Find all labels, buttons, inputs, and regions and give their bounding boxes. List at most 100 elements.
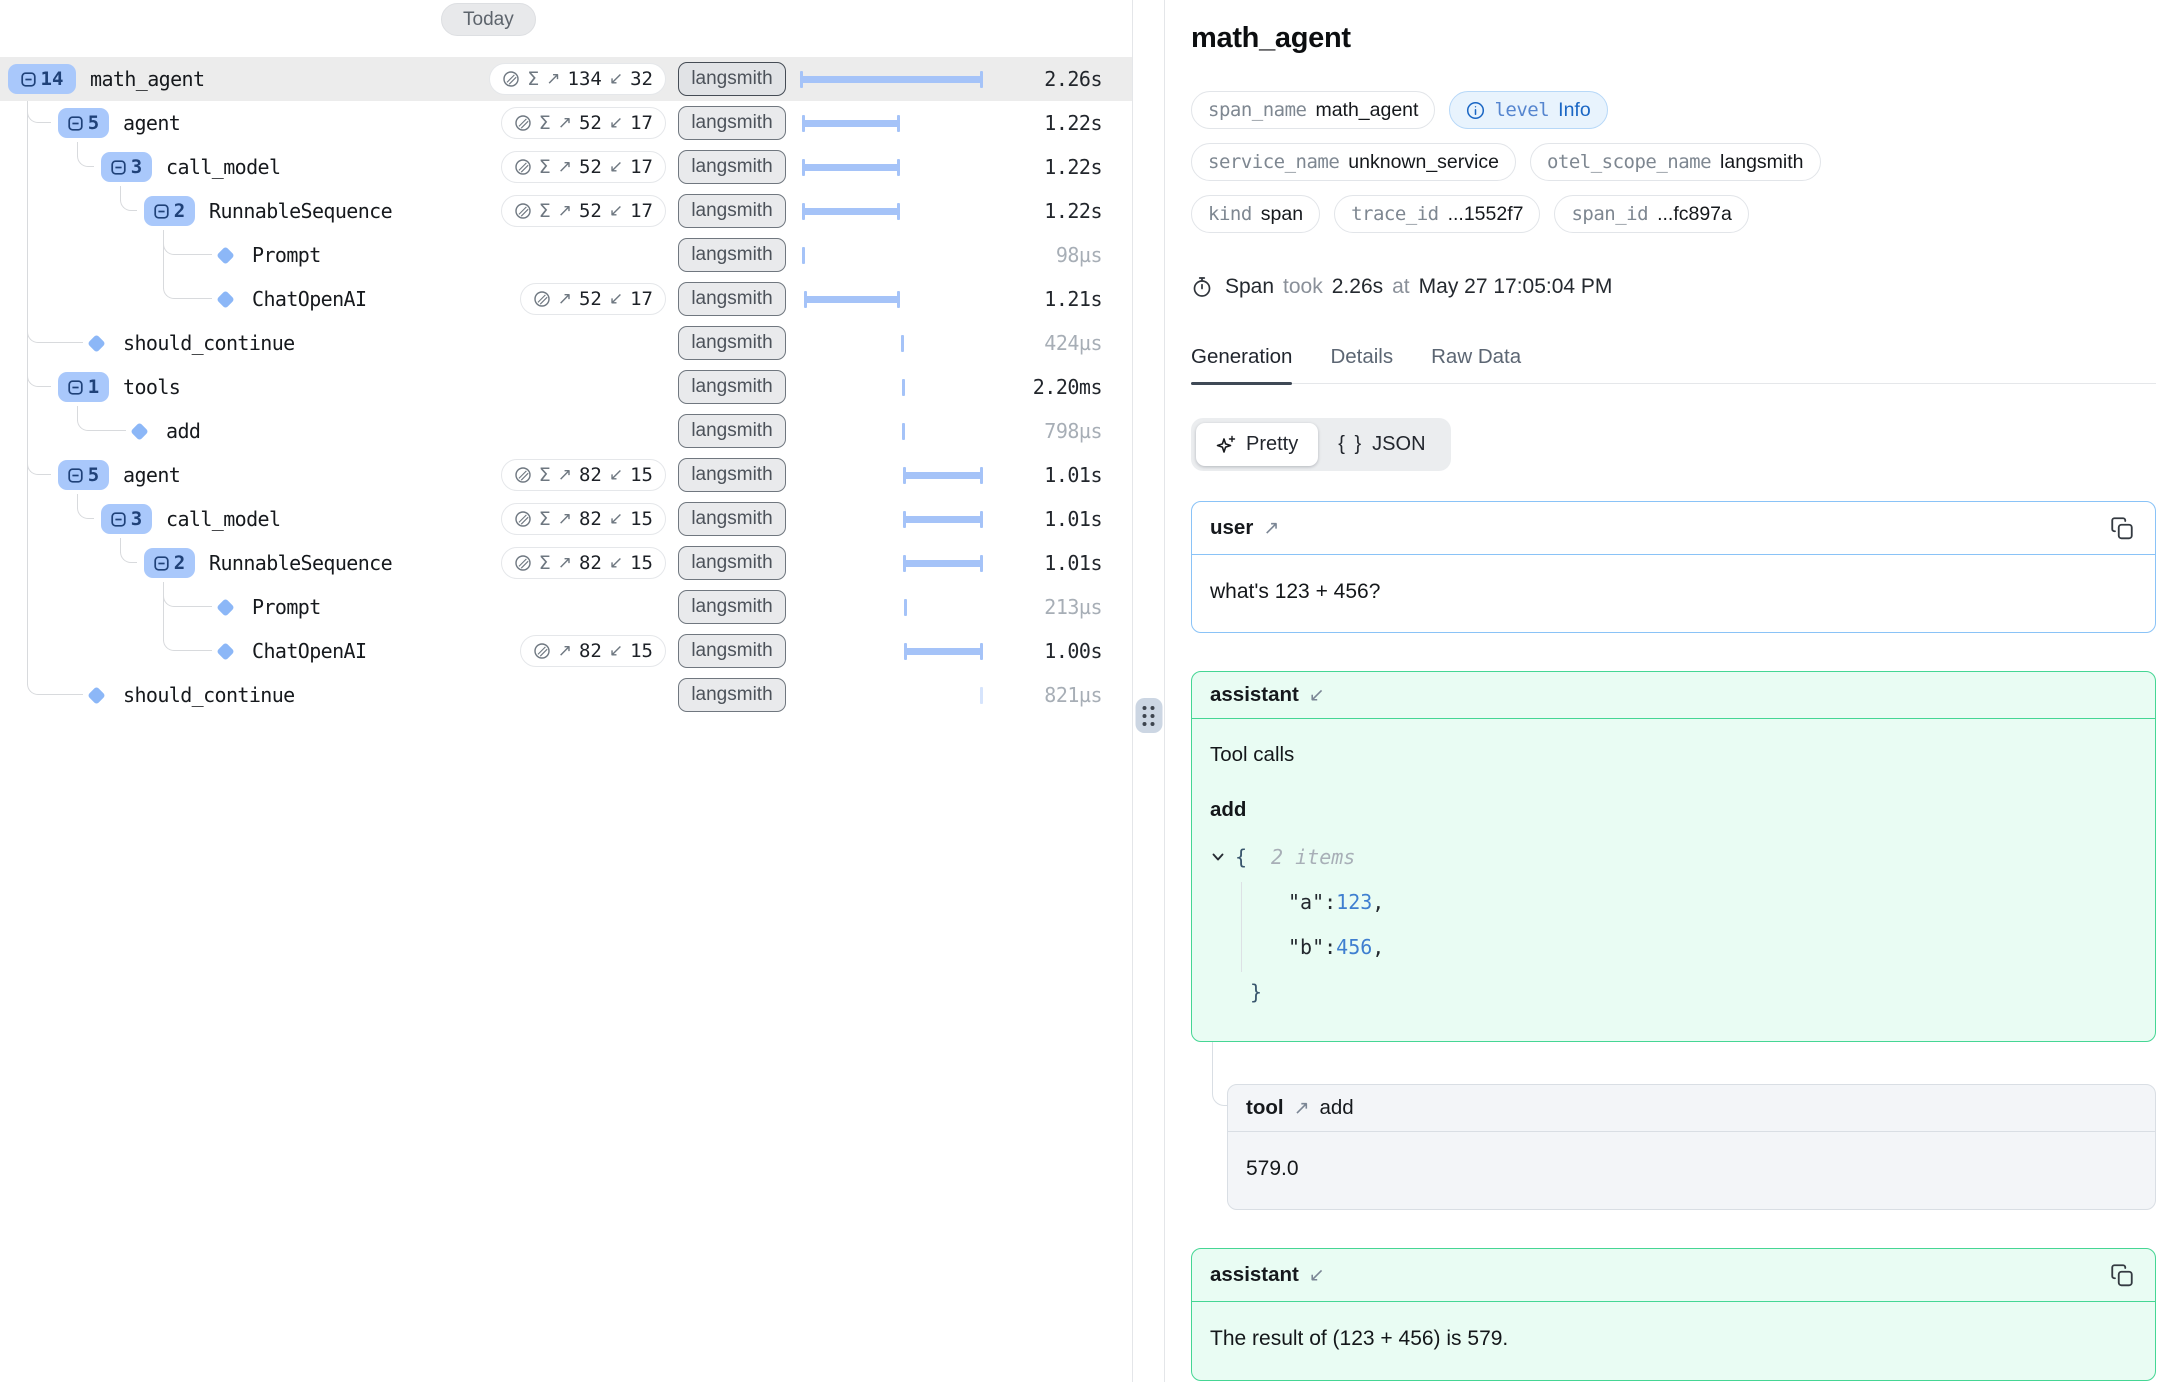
panel-splitter[interactable] [1133, 0, 1165, 1382]
view-mode-pretty[interactable]: Pretty [1196, 423, 1318, 466]
trace-row-name: 2RunnableSequence [0, 196, 392, 226]
json-key: "a": [1288, 890, 1336, 914]
chevron-down-icon [1210, 849, 1226, 865]
outgoing-arrow-icon: ↗ [1263, 517, 1279, 539]
attribute-badges: span_namemath_agentlevelInfo service_name… [1191, 91, 2156, 233]
waterfall-column [798, 541, 986, 585]
tag-column: langsmith [666, 414, 798, 448]
expand-badge[interactable]: 5 [58, 108, 109, 138]
child-count: 14 [41, 68, 64, 90]
close-brace: } [1250, 980, 1262, 1004]
waterfall-column [798, 277, 986, 321]
expand-badge[interactable]: 2 [144, 196, 195, 226]
copy-icon [2109, 1262, 2135, 1288]
incoming-arrow-icon: ↙ [1309, 1264, 1325, 1286]
input-tokens: 82 [579, 508, 602, 530]
langsmith-tag: langsmith [678, 194, 785, 228]
langsmith-tag: langsmith [678, 238, 785, 272]
expand-badge[interactable]: 2 [144, 548, 195, 578]
trace-row-name: should_continue [0, 684, 295, 706]
tag-column: langsmith [666, 458, 798, 492]
trace-row-Prompt[interactable]: Promptlangsmith213µs [0, 585, 1132, 629]
output-tokens-arrow-icon: ↙ [609, 553, 623, 573]
trace-row-math_agent[interactable]: 14math_agentΣ↗134↙32langsmith2.26s [0, 57, 1132, 101]
tag-column: langsmith [666, 590, 798, 624]
trace-row-RunnableSequence[interactable]: 2RunnableSequenceΣ↗82↙15langsmith1.01s [0, 541, 1132, 585]
tag-column: langsmith [666, 106, 798, 140]
token-usage: ↗82↙15 [520, 635, 666, 667]
copy-button[interactable] [2107, 513, 2137, 543]
input-tokens: 52 [579, 288, 602, 310]
input-tokens: 82 [579, 640, 602, 662]
expand-badge[interactable]: 5 [58, 460, 109, 490]
leaf-diamond-icon [87, 334, 105, 352]
tag-column: langsmith [666, 326, 798, 360]
trace-row-tools[interactable]: 1toolslangsmith2.20ms [0, 365, 1132, 409]
trace-row-ChatOpenAI[interactable]: ChatOpenAI↗82↙15langsmith1.00s [0, 629, 1132, 673]
input-tokens: 82 [579, 552, 602, 574]
trace-tree: 14math_agentΣ↗134↙32langsmith2.26s 5 agent… [0, 57, 1132, 717]
message-card-user: user↗what's 123 + 456? [1191, 501, 2156, 633]
trace-row-name: Prompt [0, 244, 321, 266]
trace-row-RunnableSequence[interactable]: 2RunnableSequenceΣ↗52↙17langsmith1.22s [0, 189, 1132, 233]
duration-label: 1.22s [986, 111, 1102, 135]
output-tokens: 17 [630, 112, 653, 134]
timing-duration: 2.26s [1332, 275, 1383, 299]
duration-label: 1.01s [986, 507, 1102, 531]
open-brace: { [1235, 845, 1247, 869]
collapse-icon [111, 160, 126, 175]
span-detail-panel: math_agent span_namemath_agentlevelInfos… [1165, 0, 2172, 1382]
items-count-hint: 2 items [1271, 845, 1355, 869]
attribute-pill-service_name: service_nameunknown_service [1191, 143, 1516, 181]
expand-badge[interactable]: 3 [101, 152, 152, 182]
attribute-value: ...1552f7 [1448, 203, 1524, 226]
tag-column: langsmith [666, 678, 798, 712]
sum-icon: Σ [539, 464, 551, 486]
langsmith-tag: langsmith [678, 282, 785, 316]
token-usage-badge: Σ↗52↙17 [501, 107, 666, 139]
output-tokens-arrow-icon: ↙ [609, 113, 623, 133]
trace-row-label: agent [123, 464, 180, 486]
duration-label: 2.20ms [986, 375, 1102, 399]
trace-row-call_model[interactable]: 3call_modelΣ↗52↙17langsmith1.22s [0, 145, 1132, 189]
tag-column: langsmith [666, 62, 798, 96]
drag-handle-icon[interactable] [1135, 698, 1162, 733]
duration-label: 1.01s [986, 463, 1102, 487]
attribute-row: span_namemath_agentlevelInfo [1191, 91, 2156, 129]
langsmith-tag: langsmith [678, 502, 785, 536]
trace-row-name: ChatOpenAI [0, 640, 366, 662]
input-tokens: 52 [579, 156, 602, 178]
leaf-diamond-icon [216, 246, 234, 264]
copy-button[interactable] [2107, 1260, 2137, 1290]
tab-generation[interactable]: Generation [1191, 345, 1292, 383]
trace-row-agent[interactable]: 5agentΣ↗52↙17langsmith1.22s [0, 101, 1132, 145]
trace-row-ChatOpenAI[interactable]: ChatOpenAI↗52↙17langsmith1.21s [0, 277, 1132, 321]
waterfall-column [798, 497, 986, 541]
view-mode-label: Pretty [1246, 433, 1298, 456]
trace-row-should_continue[interactable]: should_continuelangsmith821µs [0, 673, 1132, 717]
expand-badge[interactable]: 3 [101, 504, 152, 534]
attribute-value: ...fc897a [1657, 203, 1732, 226]
trace-row-should_continue[interactable]: should_continuelangsmith424µs [0, 321, 1132, 365]
trace-row-Prompt[interactable]: Promptlangsmith98µs [0, 233, 1132, 277]
trace-row-call_model[interactable]: 3call_modelΣ↗82↙15langsmith1.01s [0, 497, 1132, 541]
tab-raw-data[interactable]: Raw Data [1431, 345, 1521, 383]
waterfall-column [798, 673, 986, 717]
trace-row-name: 3call_model [0, 504, 280, 534]
token-usage-badge: Σ↗52↙17 [501, 151, 666, 183]
collapse-icon [68, 116, 83, 131]
attribute-pill-span_id: span_id...fc897a [1554, 195, 1748, 233]
date-chip[interactable]: Today [441, 3, 536, 36]
tab-details[interactable]: Details [1330, 345, 1393, 383]
trace-row-label: Prompt [252, 244, 321, 266]
sum-icon: Σ [527, 68, 539, 90]
leaf-diamond-icon [216, 598, 234, 616]
expand-badge[interactable]: 14 [8, 64, 76, 94]
message-role: user [1210, 516, 1253, 540]
trace-row-add[interactable]: addlangsmith798µs [0, 409, 1132, 453]
langsmith-tag: langsmith [678, 326, 785, 360]
expand-badge[interactable]: 1 [58, 372, 109, 402]
trace-row-agent[interactable]: 5agentΣ↗82↙15langsmith1.01s [0, 453, 1132, 497]
trace-row-name: should_continue [0, 332, 295, 354]
view-mode-json[interactable]: { }JSON [1318, 423, 1445, 466]
